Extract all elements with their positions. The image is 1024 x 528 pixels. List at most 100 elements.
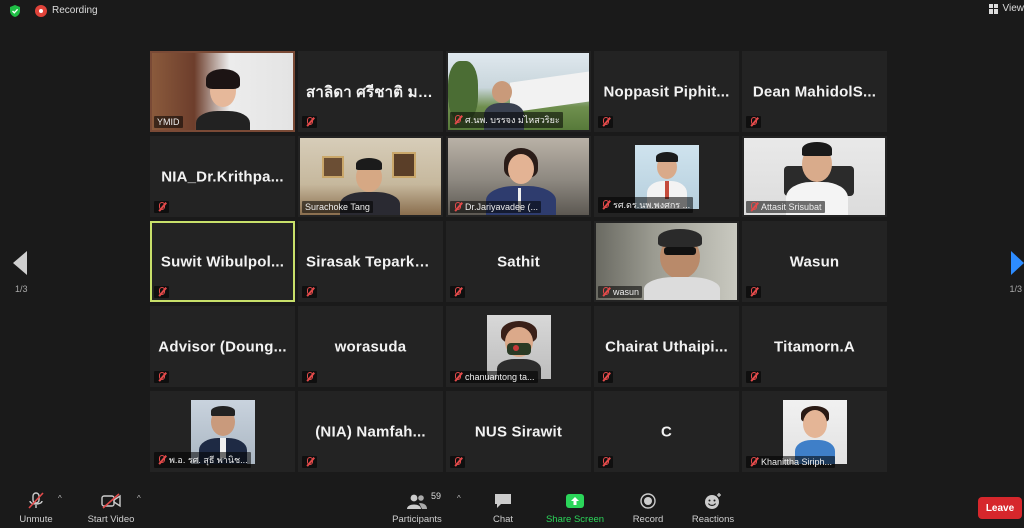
chat-button[interactable]: Chat <box>486 488 520 528</box>
participant-tile[interactable]: Advisor (Doung... <box>150 306 295 387</box>
start-video-button[interactable]: Start Video <box>82 488 140 528</box>
view-button[interactable]: View <box>988 3 1024 14</box>
video-options-chevron-icon[interactable]: ^ <box>137 494 141 503</box>
participant-tile[interactable]: Noppasit Piphit... <box>594 51 739 132</box>
record-icon <box>640 493 656 509</box>
mic-muted-icon <box>453 287 462 297</box>
record-label: Record <box>632 514 664 525</box>
participant-tile[interactable]: (NIA) Namfah... <box>298 391 443 472</box>
participant-name: YMID <box>157 117 180 127</box>
participant-tile[interactable]: สาลิดา ศรีชาติ ม.... <box>298 51 443 132</box>
page-indicator-right: 1/3 <box>1009 284 1022 294</box>
mic-muted-icon <box>749 372 758 382</box>
participant-label <box>154 201 169 213</box>
participant-name: ศ.นพ. บรรจง มไหสวริยะ <box>465 115 560 125</box>
reactions-smiley-icon <box>705 493 721 509</box>
participant-label: พ.อ. รศ. สุธี พานิช... <box>154 452 251 468</box>
participant-tile[interactable]: Sathit <box>446 221 591 302</box>
mic-muted-icon <box>453 372 462 382</box>
participant-label: Surachoke Tang <box>302 201 373 213</box>
participant-tile[interactable]: พ.อ. รศ. สุธี พานิช... <box>150 391 295 472</box>
participant-label <box>746 371 761 383</box>
participant-tile[interactable]: รศ.ดร.นพ.พงศกร ... <box>594 136 739 217</box>
participant-tile[interactable]: Dr.Jariyavadee (... <box>446 136 591 217</box>
mic-muted-icon <box>157 372 166 382</box>
participant-tile[interactable]: Wasun <box>742 221 887 302</box>
participant-name: chanuantong ta... <box>465 372 535 382</box>
chat-label: Chat <box>492 514 514 525</box>
participant-label <box>302 116 317 128</box>
participant-tile[interactable]: Attasit Srisubat <box>742 136 887 217</box>
mic-muted-icon <box>749 117 758 127</box>
mic-muted-icon <box>305 372 314 382</box>
participant-name: Khanittha Siriph... <box>761 457 833 467</box>
reactions-button[interactable]: Reactions <box>688 488 738 528</box>
participant-label <box>598 116 613 128</box>
participant-tile[interactable]: Chairat Uthaipi... <box>594 306 739 387</box>
participant-name: พ.อ. รศ. สุธี พานิช... <box>169 455 248 465</box>
participant-name: Attasit Srisubat <box>761 202 822 212</box>
participant-tile[interactable]: Sirasak Teparkum <box>298 221 443 302</box>
leave-button[interactable]: Leave <box>978 497 1022 519</box>
participant-tile[interactable]: NIA_Dr.Krithpa... <box>150 136 295 217</box>
mic-muted-icon <box>601 372 610 382</box>
page-indicator-left: 1/3 <box>15 284 28 294</box>
mic-muted-icon <box>601 200 610 210</box>
participant-tile[interactable]: NUS Sirawit <box>446 391 591 472</box>
start-video-label: Start Video <box>87 514 135 525</box>
record-button[interactable]: Record <box>628 488 668 528</box>
participant-label <box>302 371 317 383</box>
participants-count: 59 <box>431 491 442 501</box>
meeting-toolbar: Unmute ^ Start Video ^ Participants 59 ^ <box>0 488 1024 528</box>
audio-options-chevron-icon[interactable]: ^ <box>58 494 62 503</box>
participant-name: Chairat Uthaipi... <box>605 338 728 355</box>
next-page-arrow-icon[interactable] <box>1011 251 1024 275</box>
participant-label <box>746 286 761 298</box>
participant-tile[interactable]: YMID <box>150 51 295 132</box>
share-screen-button[interactable]: Share Screen <box>543 488 607 528</box>
participant-tile[interactable]: worasuda <box>298 306 443 387</box>
previous-page-arrow-icon[interactable] <box>13 251 27 275</box>
unmute-button[interactable]: Unmute <box>14 488 58 528</box>
participant-label: chanuantong ta... <box>450 371 538 383</box>
mic-muted-icon <box>305 457 314 467</box>
participant-label: Attasit Srisubat <box>746 201 825 213</box>
video-camera-off-icon <box>101 493 121 509</box>
participant-name: worasuda <box>334 338 407 355</box>
participant-name: wasun <box>613 287 640 297</box>
mic-muted-icon <box>453 202 462 212</box>
participant-label: รศ.ดร.นพ.พงศกร ... <box>598 197 694 213</box>
chat-bubble-icon <box>495 494 511 508</box>
participant-label: Dr.Jariyavadee (... <box>450 201 542 213</box>
zoom-meeting-window: Recording View 1/3 1/3 YMID สาลิดา ศรีชา… <box>0 0 1024 528</box>
mic-muted-icon <box>601 287 610 297</box>
participant-label: wasun <box>598 286 643 298</box>
participant-name: รศ.ดร.นพ.พงศกร ... <box>613 200 691 210</box>
share-screen-icon <box>566 494 584 508</box>
participant-name: Dr.Jariyavadee (... <box>465 202 539 212</box>
participant-label: ศ.นพ. บรรจง มไหสวริยะ <box>450 112 563 128</box>
participant-name: Noppasit Piphit... <box>603 83 730 100</box>
mic-muted-icon <box>749 287 758 297</box>
participant-tile[interactable]: C <box>594 391 739 472</box>
participant-name: Titamorn.A <box>774 338 855 355</box>
participant-tile[interactable]: Surachoke Tang <box>298 136 443 217</box>
participants-options-chevron-icon[interactable]: ^ <box>457 494 461 503</box>
participant-name: Advisor (Doung... <box>158 338 287 355</box>
participant-name: NIA_Dr.Krithpa... <box>161 168 284 185</box>
participant-tile[interactable]: Titamorn.A <box>742 306 887 387</box>
participant-name: (NIA) Namfah... <box>315 423 426 440</box>
participant-photo <box>486 314 551 379</box>
participant-name: Dean MahidolS... <box>752 83 877 100</box>
participant-name: Suwit Wibulpol... <box>160 253 285 270</box>
participant-tile[interactable]: wasun <box>594 221 739 302</box>
reactions-label: Reactions <box>691 514 735 525</box>
recording-icon[interactable] <box>35 5 47 17</box>
participant-tile[interactable]: Khanittha Siriph... <box>742 391 887 472</box>
participant-tile[interactable]: ศ.นพ. บรรจง มไหสวริยะ <box>446 51 591 132</box>
security-shield-icon[interactable] <box>8 4 22 18</box>
participant-tile[interactable]: Dean MahidolS... <box>742 51 887 132</box>
participant-tile[interactable]: chanuantong ta... <box>446 306 591 387</box>
participant-tile-active-speaker[interactable]: Suwit Wibulpol... <box>150 221 295 302</box>
participant-label <box>746 116 761 128</box>
